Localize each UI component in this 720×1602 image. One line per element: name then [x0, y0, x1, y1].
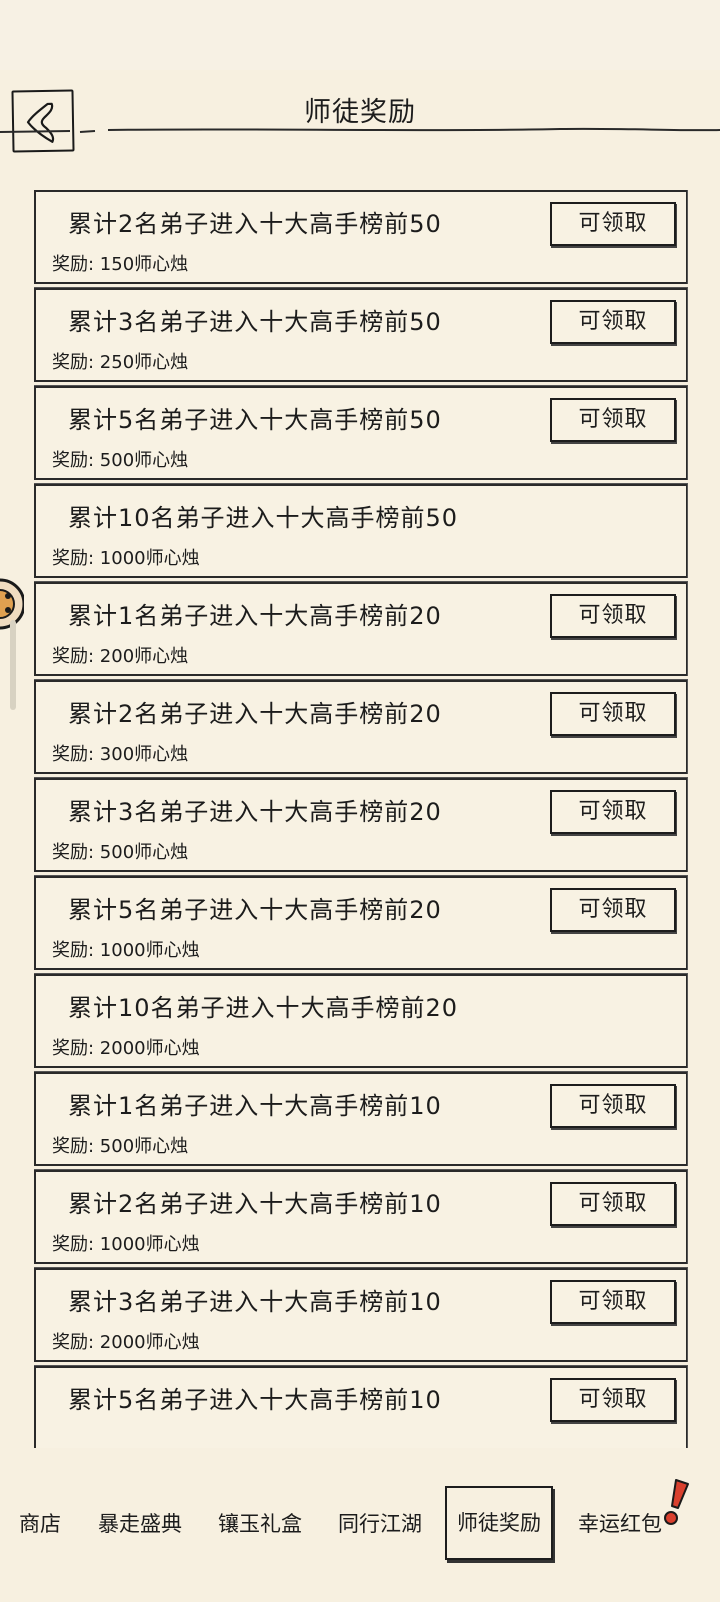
- tab-rampage-festival[interactable]: 暴走盛典: [96, 1504, 184, 1544]
- tab-jianghu-together[interactable]: 同行江湖: [336, 1504, 424, 1544]
- header-divider: [0, 127, 720, 133]
- item-title: 累计5名弟子进入十大高手榜前10: [68, 1386, 442, 1414]
- tab-mentor-rewards[interactable]: 师徒奖励: [445, 1486, 553, 1560]
- header: 师徒奖励: [0, 70, 720, 153]
- item-reward: 奖励: 200师心烛: [52, 646, 189, 667]
- list-item: 累计1名弟子进入十大高手榜前20 奖励: 200师心烛 可领取: [34, 581, 688, 676]
- item-title: 累计3名弟子进入十大高手榜前50: [68, 308, 442, 336]
- tab-lucky-red-packet[interactable]: 幸运红包: [576, 1504, 664, 1544]
- item-reward: 奖励: 1000师心烛: [52, 548, 200, 569]
- item-title: 累计2名弟子进入十大高手榜前50: [68, 210, 442, 238]
- item-title: 累计2名弟子进入十大高手榜前10: [68, 1190, 442, 1218]
- item-reward: 奖励: 150师心烛: [52, 254, 189, 275]
- item-reward: 奖励: 1000师心烛: [52, 940, 200, 961]
- claim-button[interactable]: 可领取: [550, 790, 676, 834]
- item-title: 累计5名弟子进入十大高手榜前20: [68, 896, 442, 924]
- bottom-tab-bar: 商店 暴走盛典 镶玉礼盒 同行江湖 师徒奖励 幸运红包: [0, 1450, 720, 1602]
- list-item: 累计5名弟子进入十大高手榜前10 可领取: [34, 1365, 688, 1448]
- list-item: 累计3名弟子进入十大高手榜前10 奖励: 2000师心烛 可领取: [34, 1267, 688, 1362]
- claim-button[interactable]: 可领取: [550, 202, 676, 246]
- status-area: [0, 0, 720, 70]
- tab-shop[interactable]: 商店: [18, 1504, 62, 1544]
- claim-button[interactable]: 可领取: [550, 594, 676, 638]
- exclamation-badge-icon: [664, 1479, 689, 1525]
- item-title: 累计10名弟子进入十大高手榜前50: [68, 504, 459, 532]
- floating-handle[interactable]: [10, 620, 16, 710]
- item-title: 累计3名弟子进入十大高手榜前10: [68, 1288, 442, 1316]
- item-reward: 奖励: 2000师心烛: [52, 1332, 200, 1353]
- claim-button[interactable]: 可领取: [550, 398, 676, 442]
- tab-jade-gift-box[interactable]: 镶玉礼盒: [216, 1504, 304, 1544]
- item-reward: 奖励: 1000师心烛: [52, 1234, 200, 1255]
- list-item: 累计10名弟子进入十大高手榜前50 奖励: 1000师心烛: [34, 483, 688, 578]
- claim-button[interactable]: 可领取: [550, 1280, 676, 1324]
- page: 师徒奖励 累计2名弟子进入十大高手榜前50 奖励: 150师心烛 可领取 累计3名弟子…: [0, 0, 720, 1602]
- item-title: 累计3名弟子进入十大高手榜前20: [68, 798, 442, 826]
- reward-list[interactable]: 累计2名弟子进入十大高手榜前50 奖励: 150师心烛 可领取 累计3名弟子进入十大高…: [34, 190, 690, 1448]
- item-title: 累计5名弟子进入十大高手榜前50: [68, 406, 442, 434]
- item-reward: 奖励: 250师心烛: [52, 352, 189, 373]
- page-title: 师徒奖励: [304, 97, 416, 128]
- item-reward: 奖励: 300师心烛: [52, 744, 189, 765]
- item-title: 累计2名弟子进入十大高手榜前20: [68, 700, 442, 728]
- list-item: 累计2名弟子进入十大高手榜前20 奖励: 300师心烛 可领取: [34, 679, 688, 774]
- item-reward: 奖励: 500师心烛: [52, 450, 189, 471]
- list-item: 累计5名弟子进入十大高手榜前20 奖励: 1000师心烛 可领取: [34, 875, 688, 970]
- claim-button[interactable]: 可领取: [550, 1182, 676, 1226]
- list-item: 累计2名弟子进入十大高手榜前10 奖励: 1000师心烛 可领取: [34, 1169, 688, 1264]
- claim-button[interactable]: 可领取: [550, 1378, 676, 1422]
- list-item: 累计10名弟子进入十大高手榜前20 奖励: 2000师心烛: [34, 973, 688, 1068]
- item-title: 累计1名弟子进入十大高手榜前10: [68, 1092, 442, 1120]
- item-reward: 奖励: 500师心烛: [52, 842, 189, 863]
- claim-button[interactable]: 可领取: [550, 888, 676, 932]
- item-reward: 奖励: 500师心烛: [52, 1136, 189, 1157]
- claim-button[interactable]: 可领取: [550, 300, 676, 344]
- claim-button[interactable]: 可领取: [550, 1084, 676, 1128]
- item-reward: 奖励: 2000师心烛: [52, 1038, 200, 1059]
- list-item: 累计1名弟子进入十大高手榜前10 奖励: 500师心烛 可领取: [34, 1071, 688, 1166]
- claim-button[interactable]: 可领取: [550, 692, 676, 736]
- item-title: 累计10名弟子进入十大高手榜前20: [68, 994, 459, 1022]
- list-item: 累计3名弟子进入十大高手榜前20 奖励: 500师心烛 可领取: [34, 777, 688, 872]
- list-item: 累计3名弟子进入十大高手榜前50 奖励: 250师心烛 可领取: [34, 287, 688, 382]
- list-item: 累计2名弟子进入十大高手榜前50 奖励: 150师心烛 可领取: [34, 190, 688, 284]
- list-item: 累计5名弟子进入十大高手榜前50 奖励: 500师心烛 可领取: [34, 385, 688, 480]
- item-title: 累计1名弟子进入十大高手榜前20: [68, 602, 442, 630]
